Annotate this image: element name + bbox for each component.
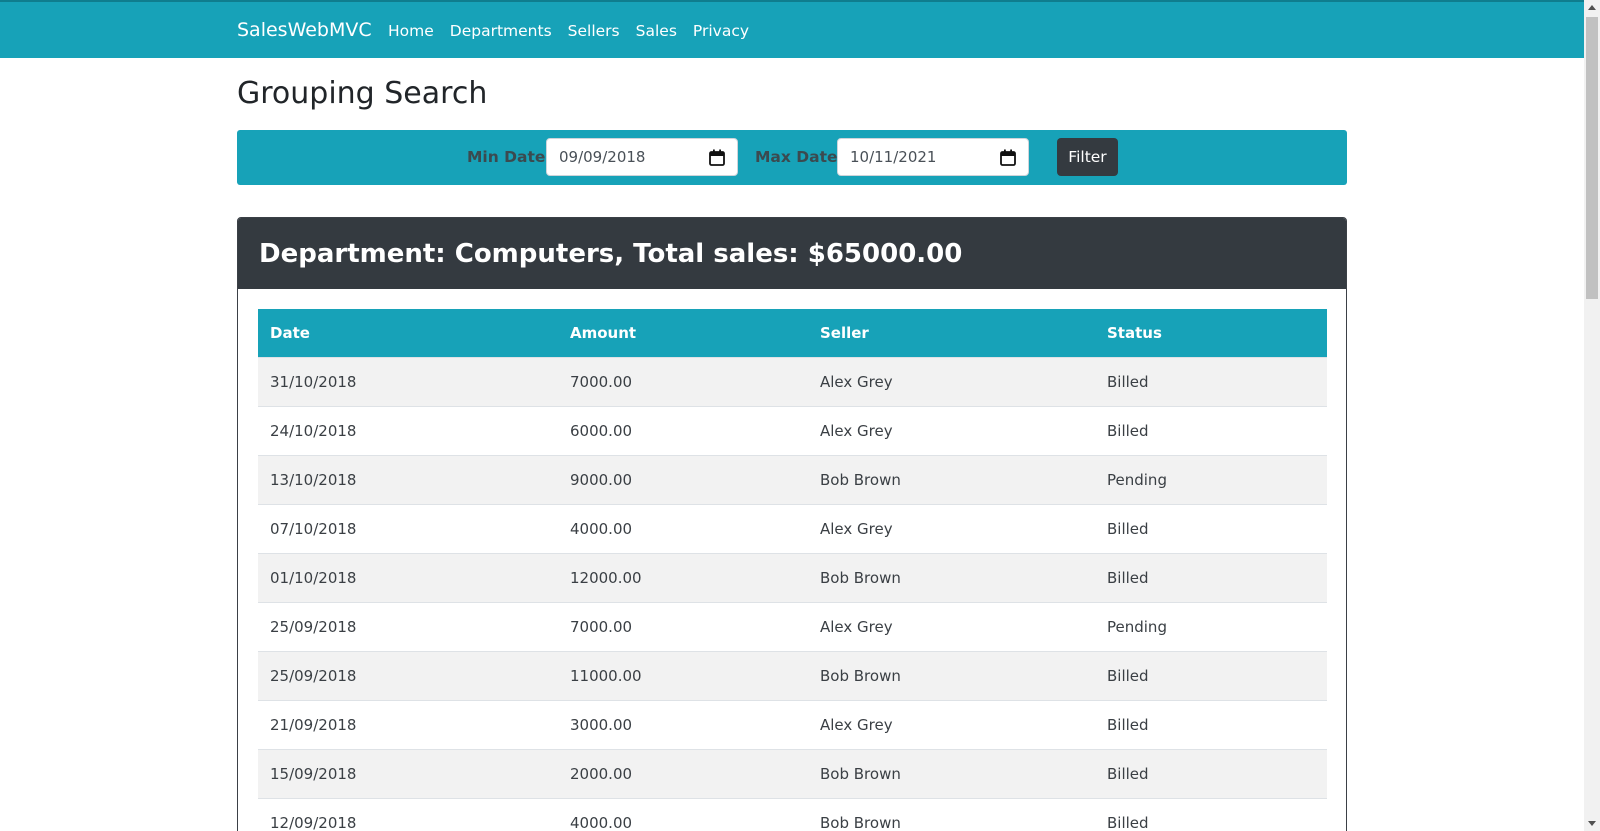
cell-amount: 9000.00 bbox=[558, 454, 808, 504]
sales-table-wrapper: Date Amount Seller Status 31/10/2018 7000… bbox=[258, 309, 1327, 831]
max-date-input[interactable]: 10/11/2021 bbox=[837, 138, 1029, 176]
cell-date: 21/09/2018 bbox=[258, 699, 558, 749]
cell-seller: Alex Grey bbox=[808, 405, 1095, 455]
min-date-label: Min Date bbox=[467, 148, 546, 166]
sales-table: Date Amount Seller Status 31/10/2018 7000… bbox=[258, 309, 1327, 831]
table-row: 15/09/2018 2000.00 Bob Brown Billed bbox=[258, 748, 1327, 798]
max-date-label: Max Date bbox=[755, 148, 838, 166]
cell-status: Pending bbox=[1095, 454, 1327, 504]
page-title: Grouping Search bbox=[237, 76, 488, 111]
nav-home-link[interactable]: Home bbox=[388, 22, 434, 40]
cell-amount: 4000.00 bbox=[558, 503, 808, 553]
cell-amount: 3000.00 bbox=[558, 699, 808, 749]
cell-amount: 6000.00 bbox=[558, 405, 808, 455]
cell-amount: 7000.00 bbox=[558, 601, 808, 651]
cell-seller: Bob Brown bbox=[808, 748, 1095, 798]
calendar-icon[interactable] bbox=[709, 149, 725, 166]
column-header-status: Status bbox=[1095, 309, 1327, 357]
nav-sellers-link[interactable]: Sellers bbox=[568, 22, 620, 40]
scroll-down-arrow-icon[interactable] bbox=[1588, 821, 1596, 826]
cell-date: 12/09/2018 bbox=[258, 797, 558, 831]
filter-button[interactable]: Filter bbox=[1057, 138, 1118, 176]
vertical-scrollbar[interactable] bbox=[1584, 0, 1600, 831]
table-row: 01/10/2018 12000.00 Bob Brown Billed bbox=[258, 552, 1327, 602]
cell-amount: 4000.00 bbox=[558, 797, 808, 831]
table-row: 24/10/2018 6000.00 Alex Grey Billed bbox=[258, 405, 1327, 455]
cell-seller: Alex Grey bbox=[808, 601, 1095, 651]
table-header-row: Date Amount Seller Status bbox=[258, 309, 1327, 357]
cell-amount: 7000.00 bbox=[558, 356, 808, 406]
cell-seller: Alex Grey bbox=[808, 699, 1095, 749]
table-row: 25/09/2018 7000.00 Alex Grey Pending bbox=[258, 601, 1327, 651]
cell-date: 25/09/2018 bbox=[258, 650, 558, 700]
cell-date: 07/10/2018 bbox=[258, 503, 558, 553]
cell-seller: Alex Grey bbox=[808, 503, 1095, 553]
table-row: 21/09/2018 3000.00 Alex Grey Billed bbox=[258, 699, 1327, 749]
column-header-amount: Amount bbox=[558, 309, 808, 357]
cell-date: 31/10/2018 bbox=[258, 356, 558, 406]
column-header-date: Date bbox=[258, 309, 558, 357]
cell-seller: Bob Brown bbox=[808, 454, 1095, 504]
cell-status: Billed bbox=[1095, 552, 1327, 602]
cell-date: 13/10/2018 bbox=[258, 454, 558, 504]
department-header: Department: Computers, Total sales: $650… bbox=[238, 218, 1346, 289]
cell-seller: Bob Brown bbox=[808, 552, 1095, 602]
cell-amount: 11000.00 bbox=[558, 650, 808, 700]
cell-amount: 2000.00 bbox=[558, 748, 808, 798]
brand-link[interactable]: SalesWebMVC bbox=[237, 19, 372, 41]
max-date-value: 10/11/2021 bbox=[850, 148, 937, 166]
scroll-thumb[interactable] bbox=[1586, 17, 1598, 299]
column-header-seller: Seller bbox=[808, 309, 1095, 357]
cell-amount: 12000.00 bbox=[558, 552, 808, 602]
cell-status: Pending bbox=[1095, 601, 1327, 651]
min-date-input[interactable]: 09/09/2018 bbox=[546, 138, 738, 176]
cell-status: Billed bbox=[1095, 748, 1327, 798]
cell-status: Billed bbox=[1095, 356, 1327, 406]
calendar-icon[interactable] bbox=[1000, 149, 1016, 166]
cell-status: Billed bbox=[1095, 503, 1327, 553]
department-card: Department: Computers, Total sales: $650… bbox=[237, 217, 1347, 831]
nav-departments-link[interactable]: Departments bbox=[450, 22, 552, 40]
cell-status: Billed bbox=[1095, 650, 1327, 700]
cell-date: 15/09/2018 bbox=[258, 748, 558, 798]
cell-date: 01/10/2018 bbox=[258, 552, 558, 602]
table-row: 13/10/2018 9000.00 Bob Brown Pending bbox=[258, 454, 1327, 504]
filter-form: Min Date 09/09/2018 Max Date 10/11/2021 … bbox=[237, 130, 1347, 185]
cell-date: 25/09/2018 bbox=[258, 601, 558, 651]
table-row: 25/09/2018 11000.00 Bob Brown Billed bbox=[258, 650, 1327, 700]
table-row: 31/10/2018 7000.00 Alex Grey Billed bbox=[258, 356, 1327, 406]
table-row: 07/10/2018 4000.00 Alex Grey Billed bbox=[258, 503, 1327, 553]
nav-links: Home Departments Sellers Sales Privacy bbox=[388, 22, 749, 40]
cell-status: Billed bbox=[1095, 797, 1327, 831]
nav-privacy-link[interactable]: Privacy bbox=[693, 22, 749, 40]
min-date-value: 09/09/2018 bbox=[559, 148, 646, 166]
scroll-up-arrow-icon[interactable] bbox=[1588, 5, 1596, 10]
cell-seller: Alex Grey bbox=[808, 356, 1095, 406]
cell-status: Billed bbox=[1095, 405, 1327, 455]
nav-sales-link[interactable]: Sales bbox=[636, 22, 677, 40]
cell-date: 24/10/2018 bbox=[258, 405, 558, 455]
cell-status: Billed bbox=[1095, 699, 1327, 749]
cell-seller: Bob Brown bbox=[808, 797, 1095, 831]
top-navbar: SalesWebMVC Home Departments Sellers Sal… bbox=[0, 0, 1584, 58]
cell-seller: Bob Brown bbox=[808, 650, 1095, 700]
table-row: 12/09/2018 4000.00 Bob Brown Billed bbox=[258, 797, 1327, 831]
